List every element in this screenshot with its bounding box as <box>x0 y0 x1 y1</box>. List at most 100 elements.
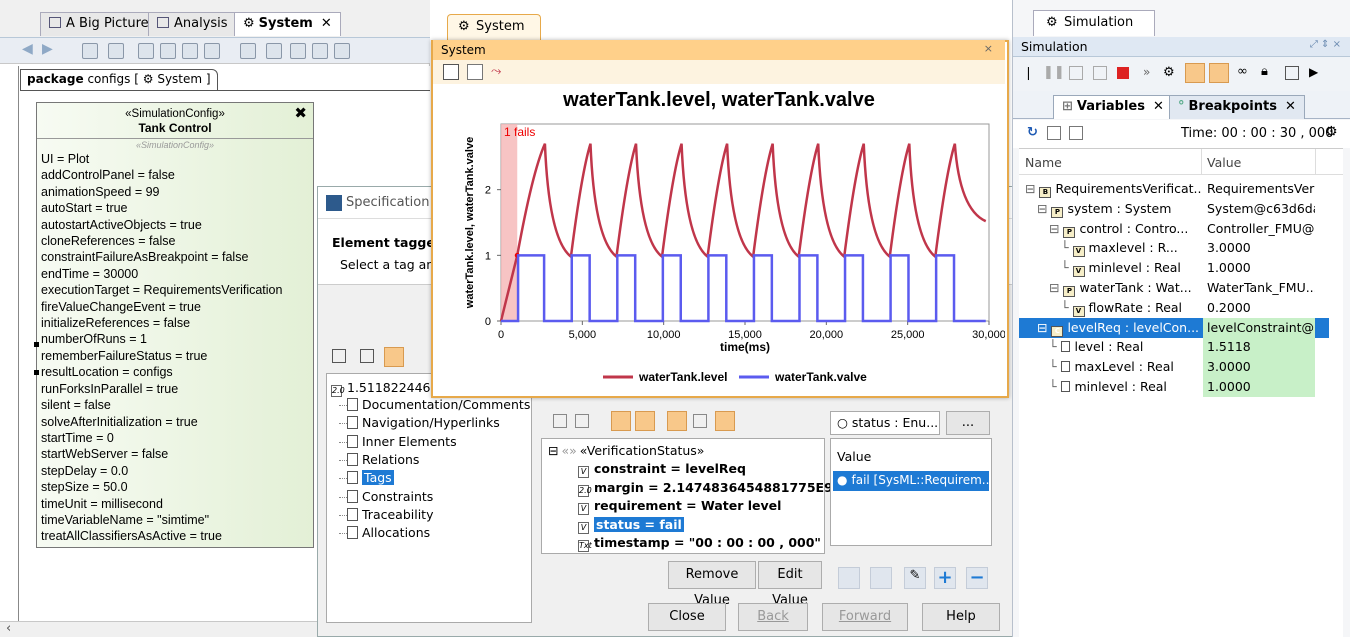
path-style-icon[interactable] <box>290 43 306 59</box>
simulation-tab[interactable]: ⚙ Simulation <box>1033 10 1155 36</box>
verification-root[interactable]: ⊟ «» «VerificationStatus» <box>548 443 704 458</box>
infinity-icon[interactable]: ∞ <box>1237 64 1248 79</box>
block-property[interactable]: timeVariableName = "simtime" <box>37 512 313 528</box>
row-value[interactable]: 1.0000 <box>1203 258 1315 278</box>
step-over-icon[interactable] <box>1093 66 1107 80</box>
tab-breakpoints[interactable]: ° Breakpoints ✕ <box>1169 95 1305 119</box>
status-dropdown[interactable]: ○ status : Enu... <box>830 411 940 435</box>
stop-icon[interactable] <box>1117 67 1129 79</box>
block-property[interactable]: executionTarget = RequirementsVerificati… <box>37 282 313 298</box>
row-value[interactable]: levelConstraint@... <box>1203 317 1315 338</box>
pause-icon[interactable]: ❚❚ <box>1043 65 1065 80</box>
spec-tree-item[interactable]: Allocations <box>339 525 430 540</box>
table-row[interactable]: ⊟ Pcontrol : Contro... Controller_FMU@... <box>1019 219 1315 239</box>
verification-row[interactable]: Vstatus = fail <box>578 516 684 534</box>
root-value-item[interactable]: 2.0 1.5118224464 <box>331 380 438 397</box>
block-property[interactable]: numberOfRuns = 1 <box>37 331 313 347</box>
collapse-icon[interactable] <box>575 414 589 428</box>
table-row[interactable]: └ Vminlevel : Real 1.0000 <box>1019 258 1315 278</box>
edit-icon[interactable]: ✎ <box>904 567 926 589</box>
breakpoint-view-icon[interactable] <box>1209 63 1229 83</box>
block-property[interactable]: autoStart = true <box>37 200 313 216</box>
block-property[interactable]: rememberFailureStatus = true <box>37 348 313 364</box>
save-image-icon[interactable] <box>467 64 483 80</box>
remove-value-button[interactable]: Remove Value <box>668 561 756 608</box>
browse-button[interactable]: ... <box>946 411 990 435</box>
verification-row[interactable]: 2.0 margin = 2.1474836454881775E9 <box>578 480 833 497</box>
row-value[interactable]: 0.2000 <box>1203 298 1315 318</box>
import-icon[interactable] <box>1069 126 1083 140</box>
spec-tree-item[interactable]: Navigation/Hyperlinks <box>339 415 500 430</box>
collapse-icon[interactable]: ⊟ <box>1049 280 1063 295</box>
spec-tree-item[interactable]: Tags <box>339 470 394 486</box>
tree-connector[interactable]: └ <box>1049 379 1061 394</box>
forward-arrow-icon[interactable]: ▶ <box>42 41 53 57</box>
row-value[interactable]: RequirementsVeri... <box>1203 179 1315 199</box>
block-property[interactable]: startTime = 0 <box>37 430 313 446</box>
more-icon[interactable]: ▶ <box>1309 65 1318 79</box>
block-property[interactable]: UI = Plot <box>37 151 313 167</box>
verification-row[interactable]: Vconstraint = levelReq <box>578 461 746 478</box>
scroll-left-icon[interactable]: ‹ <box>6 621 11 636</box>
value-toggle-icon[interactable] <box>667 411 687 431</box>
block-property[interactable]: stepSize = 50.0 <box>37 479 313 495</box>
export-icon[interactable] <box>1285 66 1299 80</box>
step-into-icon[interactable] <box>1069 66 1083 80</box>
block-property[interactable]: addControlPanel = false <box>37 167 313 183</box>
block-property[interactable]: initializeReferences = false <box>37 315 313 331</box>
plot-line-icon[interactable]: ⤳ <box>491 64 501 79</box>
block-property[interactable]: silent = false <box>37 397 313 413</box>
step-back-icon[interactable]: ❘ <box>1023 66 1034 81</box>
delete-icon[interactable] <box>182 43 198 59</box>
tree-connector[interactable]: └ <box>1049 339 1061 354</box>
value-list-item[interactable]: ● fail [SysML::Requirem... <box>833 471 989 491</box>
lock-icon[interactable]: 🔒︎ <box>1261 64 1268 79</box>
block-property[interactable]: runForksInParallel = true <box>37 381 313 397</box>
row-value[interactable]: 1.5118 <box>1203 337 1315 358</box>
collapse-icon[interactable]: ⊟ <box>1025 181 1039 196</box>
row-value[interactable]: WaterTank_FMU... <box>1203 278 1315 298</box>
table-row[interactable]: ⊟ B RequirementsVerificat... RequirementsV… <box>1019 179 1315 199</box>
row-value[interactable]: 3.0000 <box>1203 238 1315 258</box>
back-button[interactable]: Back <box>738 603 808 631</box>
forward-button[interactable]: Forward <box>822 603 908 631</box>
path-rect-icon[interactable] <box>312 43 328 59</box>
gear-icon[interactable]: ⚙ <box>1325 124 1338 140</box>
table-row[interactable]: ⊟ ClevelReq : levelCon... levelConstraint… <box>1019 317 1329 338</box>
block-property[interactable]: treatAllClassifiersAsActive = true <box>37 528 313 544</box>
block-property[interactable]: stepDelay = 0.0 <box>37 463 313 479</box>
grid-icon[interactable] <box>693 414 707 428</box>
block-property[interactable]: fireValueChangeEvent = true <box>37 299 313 315</box>
window-controls-icon[interactable]: ⤢ ⇕ × <box>1310 39 1341 50</box>
line-color-icon[interactable] <box>266 43 282 59</box>
move-up-icon[interactable] <box>838 567 860 589</box>
block-property[interactable]: timeUnit = millisecond <box>37 496 313 512</box>
tree-connector[interactable]: └ <box>1061 300 1073 315</box>
tab-a-big-picture[interactable]: A Big Picture <box>40 12 158 36</box>
tab-variables[interactable]: ⊞ Variables ✕ <box>1053 95 1173 119</box>
table-row[interactable]: └ Vmaxlevel : R... 3.0000 <box>1019 238 1315 258</box>
align-icon[interactable] <box>204 43 220 59</box>
block-property[interactable]: cloneReferences = false <box>37 233 313 249</box>
plot-tab[interactable]: ⚙ System <box>447 14 541 40</box>
tree-toggle-icon[interactable] <box>611 411 631 431</box>
spec-tree-item[interactable]: Documentation/Comments <box>339 397 530 412</box>
paste-icon[interactable] <box>160 43 176 59</box>
table-row[interactable]: └ level : Real 1.5118 <box>1019 337 1315 358</box>
table-row[interactable]: └ VflowRate : Real 0.2000 <box>1019 298 1315 318</box>
step-out-icon[interactable]: » <box>1143 65 1150 79</box>
text-style-icon[interactable] <box>240 43 256 59</box>
close-button[interactable]: Close <box>648 603 726 631</box>
block-property[interactable]: solveAfterInitialization = true <box>37 414 313 430</box>
tree-view-icon[interactable] <box>1185 63 1205 83</box>
move-down-icon[interactable] <box>870 567 892 589</box>
path-oblique-icon[interactable] <box>334 43 350 59</box>
block-property[interactable]: animationSpeed = 99 <box>37 184 313 200</box>
collapse-icon[interactable]: ⊟ <box>1037 201 1051 216</box>
layout-icon[interactable] <box>82 43 98 59</box>
remove-icon[interactable]: − <box>966 567 988 589</box>
add-icon[interactable]: + <box>934 567 956 589</box>
gear-icon[interactable]: ⚙ <box>1163 65 1175 80</box>
tab-analysis[interactable]: Analysis <box>148 12 237 36</box>
row-value[interactable]: System@c63d6da <box>1203 199 1315 219</box>
